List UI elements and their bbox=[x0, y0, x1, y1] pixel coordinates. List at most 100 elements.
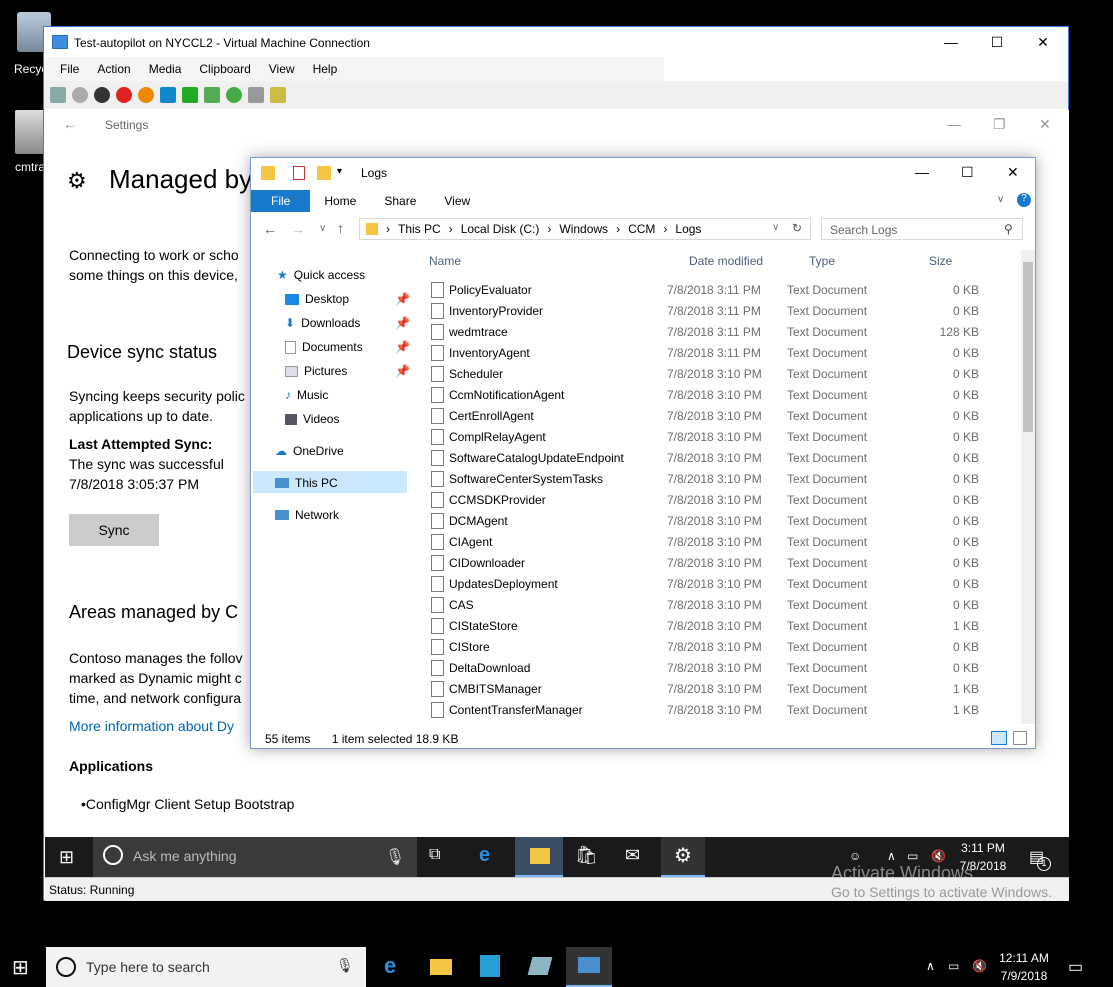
nav-documents[interactable]: Documents 📌 bbox=[285, 340, 410, 354]
windows-start-icon[interactable]: ⊞ bbox=[12, 955, 29, 980]
explorer-maximize-button[interactable]: ☐ bbox=[961, 164, 974, 181]
large-icons-view-icon[interactable] bbox=[1013, 731, 1027, 745]
tab-share[interactable]: Share bbox=[370, 190, 430, 212]
host-search-box[interactable]: Type here to search 🎙 bbox=[46, 947, 366, 987]
back-arrow-icon[interactable]: ← bbox=[263, 221, 277, 237]
file-row[interactable]: CIDownloader 7/8/2018 3:10 PM Text Documen… bbox=[427, 552, 1017, 573]
microphone-icon[interactable]: 🎙 bbox=[373, 837, 417, 877]
expand-ribbon-icon[interactable]: ∨ bbox=[997, 194, 1004, 205]
file-row[interactable]: CIAgent 7/8/2018 3:10 PM Text Document 0 KB bbox=[427, 531, 1017, 552]
store-icon[interactable]: 🛍 bbox=[575, 845, 598, 866]
windows-start-icon[interactable]: ⊞ bbox=[59, 847, 74, 868]
file-row[interactable]: Scheduler 7/8/2018 3:10 PM Text Document 0 … bbox=[427, 363, 1017, 384]
shutdown-icon[interactable] bbox=[116, 87, 132, 103]
breadcrumb-windows[interactable]: Windows bbox=[559, 222, 608, 236]
file-row[interactable]: CCMSDKProvider 7/8/2018 3:10 PM Text Docum… bbox=[427, 489, 1017, 510]
volume-muted-icon[interactable]: 🔇 bbox=[972, 959, 987, 973]
pause-icon[interactable] bbox=[160, 87, 176, 103]
file-row[interactable]: CMBITSManager 7/8/2018 3:10 PM Text Docume… bbox=[427, 678, 1017, 699]
vm-connect-taskbar-button[interactable] bbox=[566, 947, 612, 987]
pin-icon[interactable]: 📌 bbox=[395, 364, 410, 378]
explorer-close-button[interactable]: ✕ bbox=[1007, 164, 1019, 181]
breadcrumb-logs[interactable]: Logs bbox=[675, 222, 701, 236]
file-row[interactable]: ContentTransferManager 7/8/2018 3:10 PM Te… bbox=[427, 699, 1017, 720]
microphone-icon[interactable]: 🎙 bbox=[336, 957, 354, 974]
power-icon[interactable] bbox=[138, 87, 154, 103]
vertical-scrollbar[interactable] bbox=[1021, 250, 1035, 724]
chevron-down-icon[interactable]: ▾ bbox=[337, 166, 342, 177]
explorer-minimize-button[interactable]: — bbox=[915, 164, 929, 180]
menu-media[interactable]: Media bbox=[149, 62, 182, 76]
menu-clipboard[interactable]: Clipboard bbox=[199, 62, 250, 76]
nav-onedrive[interactable]: ☁ OneDrive bbox=[275, 444, 344, 458]
pin-icon[interactable]: 📌 bbox=[395, 316, 410, 330]
file-row[interactable]: SoftwareCenterSystemTasks 7/8/2018 3:10 P… bbox=[427, 468, 1017, 489]
new-folder-icon[interactable] bbox=[317, 166, 331, 180]
maximize-button[interactable]: ☐ bbox=[974, 27, 1020, 57]
settings-taskbar-button[interactable]: ⚙ bbox=[661, 837, 705, 877]
breadcrumb-this-pc[interactable]: This PC bbox=[398, 222, 441, 236]
action-center-icon[interactable]: ▭ bbox=[1068, 957, 1083, 977]
file-row[interactable]: InventoryProvider 7/8/2018 3:11 PM Text Do… bbox=[427, 300, 1017, 321]
more-info-link[interactable]: More information about Dy bbox=[69, 716, 234, 736]
menu-action[interactable]: Action bbox=[97, 62, 130, 76]
up-arrow-icon[interactable]: ↑ bbox=[337, 220, 344, 236]
menu-help[interactable]: Help bbox=[313, 62, 338, 76]
settings-maximize-button[interactable]: ❐ bbox=[993, 116, 1006, 133]
turn-off-icon[interactable] bbox=[94, 87, 110, 103]
people-icon[interactable]: ☺ bbox=[849, 849, 861, 863]
edge-icon[interactable]: e bbox=[384, 953, 396, 979]
volume-muted-icon[interactable]: 🔇 bbox=[931, 849, 946, 863]
nav-desktop[interactable]: Desktop 📌 bbox=[285, 292, 410, 306]
breadcrumb[interactable]: › This PC › Local Disk (C:) › Windows › CCM… bbox=[359, 218, 811, 240]
ctrl-alt-del-icon[interactable] bbox=[50, 87, 66, 103]
settings-close-button[interactable]: ✕ bbox=[1039, 116, 1051, 133]
settings-minimize-button[interactable]: — bbox=[947, 116, 961, 132]
checkpoint-icon[interactable] bbox=[204, 87, 220, 103]
nav-videos[interactable]: Videos bbox=[285, 412, 339, 426]
enhanced-session-icon[interactable] bbox=[248, 87, 264, 103]
notepad-icon[interactable] bbox=[527, 957, 553, 975]
file-row[interactable]: CIStateStore 7/8/2018 3:10 PM Text Documen… bbox=[427, 615, 1017, 636]
nav-quick-access[interactable]: ★ Quick access bbox=[277, 268, 365, 282]
col-type[interactable]: Type bbox=[809, 254, 835, 268]
minimize-button[interactable]: — bbox=[928, 27, 974, 57]
network-tray-icon[interactable]: ▭ bbox=[948, 959, 959, 973]
file-row[interactable]: wedmtrace 7/8/2018 3:11 PM Text Document 12… bbox=[427, 321, 1017, 342]
pin-icon[interactable]: 📌 bbox=[395, 292, 410, 306]
search-input[interactable]: Search Logs ⚲ bbox=[821, 218, 1023, 240]
details-view-icon[interactable] bbox=[991, 731, 1007, 745]
col-size[interactable]: Size bbox=[929, 254, 952, 268]
tab-view[interactable]: View bbox=[430, 190, 484, 212]
file-row[interactable]: InventoryAgent 7/8/2018 3:11 PM Text Docum… bbox=[427, 342, 1017, 363]
tab-file[interactable]: File bbox=[251, 190, 311, 212]
file-row[interactable]: CAS 7/8/2018 3:10 PM Text Document 0 KB bbox=[427, 594, 1017, 615]
menu-file[interactable]: File bbox=[60, 62, 79, 76]
edge-icon[interactable]: e bbox=[479, 844, 490, 867]
recent-locations-icon[interactable]: ∨ bbox=[319, 223, 326, 234]
resume-icon[interactable] bbox=[182, 87, 198, 103]
mail-icon[interactable]: ✉ bbox=[625, 845, 640, 866]
pin-icon[interactable]: 📌 bbox=[395, 340, 410, 354]
col-name[interactable]: Name bbox=[429, 254, 461, 268]
nav-this-pc[interactable]: This PC bbox=[275, 476, 338, 490]
host-clock[interactable]: 12:11 AM 7/9/2018 bbox=[994, 951, 1054, 983]
revert-icon[interactable] bbox=[226, 87, 242, 103]
chevron-up-icon[interactable]: ∧ bbox=[926, 959, 935, 973]
file-row[interactable]: CIStore 7/8/2018 3:10 PM Text Document 0 KB bbox=[427, 636, 1017, 657]
address-dropdown-icon[interactable]: ∨ bbox=[772, 222, 779, 233]
cortana-search-box[interactable]: Ask me anything bbox=[93, 837, 373, 877]
menu-view[interactable]: View bbox=[269, 62, 295, 76]
breadcrumb-ccm[interactable]: CCM bbox=[628, 222, 655, 236]
nav-network[interactable]: Network bbox=[275, 508, 339, 522]
chevron-up-icon[interactable]: ∧ bbox=[887, 849, 896, 863]
task-view-icon[interactable]: ⧉ bbox=[429, 846, 440, 864]
start-icon[interactable] bbox=[72, 87, 88, 103]
back-arrow-icon[interactable]: ← bbox=[63, 116, 77, 132]
col-date-modified[interactable]: Date modified bbox=[689, 254, 763, 268]
properties-icon[interactable] bbox=[293, 166, 305, 180]
share-icon[interactable] bbox=[270, 87, 286, 103]
server-manager-icon[interactable] bbox=[480, 955, 500, 977]
nav-pictures[interactable]: Pictures 📌 bbox=[285, 364, 410, 378]
nav-music[interactable]: ♪ Music bbox=[285, 388, 328, 402]
